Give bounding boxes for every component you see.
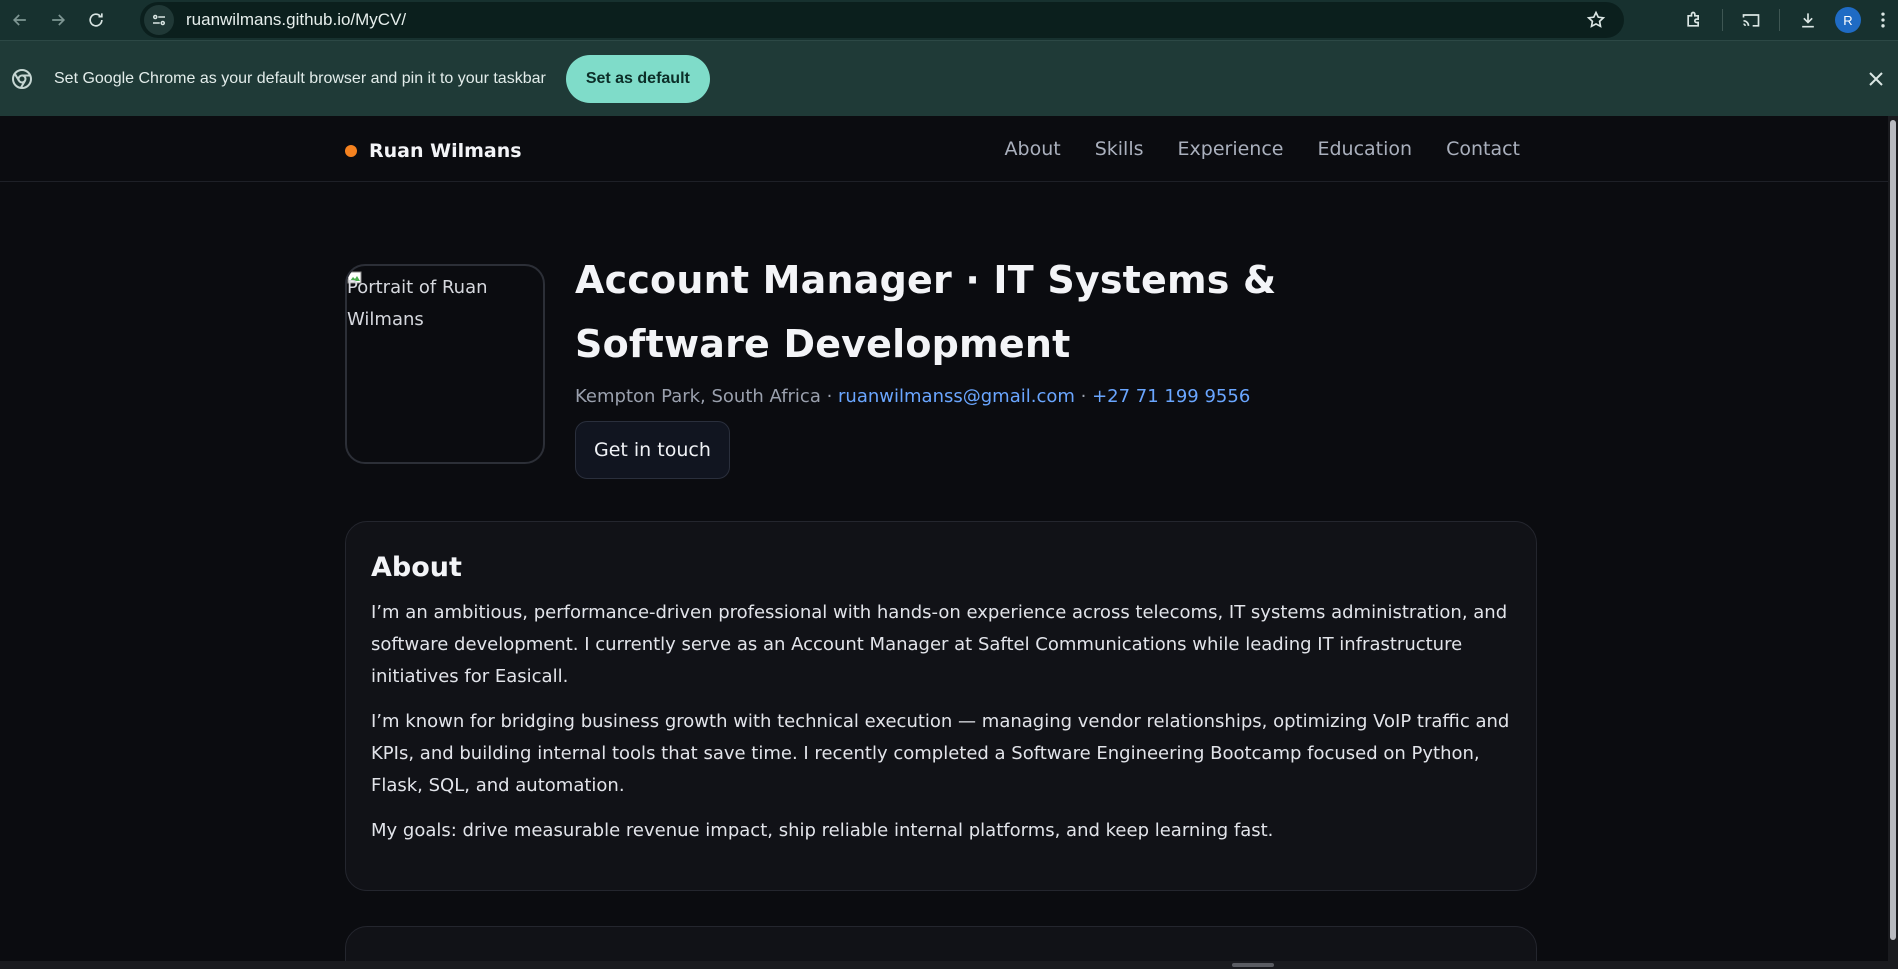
nav-link-skills[interactable]: Skills	[1095, 138, 1144, 160]
nav-link-contact[interactable]: Contact	[1446, 138, 1520, 160]
scrollbar-thumb[interactable]	[1232, 963, 1274, 967]
bookmark-star-icon	[1586, 10, 1606, 28]
toolbar-separator	[1779, 9, 1780, 31]
brand[interactable]: Ruan Wilmans	[345, 140, 522, 162]
menu-icon	[1881, 12, 1885, 28]
separator: ·	[1074, 386, 1093, 407]
menu-button[interactable]	[1868, 0, 1898, 40]
skills-section-card	[345, 926, 1537, 961]
reload-icon	[89, 13, 103, 27]
vertical-scrollbar[interactable]	[1888, 116, 1898, 961]
about-paragraph: I’m an ambitious, performance-driven pro…	[371, 602, 1508, 687]
about-section: About I’m an ambitious, performance-driv…	[345, 521, 1537, 891]
nav-link-experience[interactable]: Experience	[1178, 138, 1284, 160]
chrome-logo-icon	[12, 68, 32, 89]
cast-icon	[1742, 14, 1760, 27]
portrait-image: Portrait of Ruan Wilmans	[345, 264, 545, 464]
profile-button[interactable]: R	[1828, 0, 1868, 40]
infobar-message: Set Google Chrome as your default browse…	[54, 69, 546, 87]
url-text[interactable]: ruanwilmans.github.io/MyCV/	[186, 10, 406, 30]
browser-toolbar: ruanwilmans.github.io/MyCV/ R	[0, 0, 1898, 40]
contact-line: Kempton Park, South Africa · ruanwilmans…	[575, 386, 1475, 407]
about-heading: About	[371, 552, 462, 583]
hero-text: Account Manager · IT Systems & Software …	[575, 248, 1475, 479]
horizontal-scrollbar[interactable]	[0, 961, 1898, 969]
scrollbar-thumb[interactable]	[1890, 120, 1896, 940]
download-icon	[1802, 13, 1814, 28]
location-text: Kempton Park, South Africa	[575, 386, 821, 407]
reload-button[interactable]	[78, 2, 114, 38]
forward-button[interactable]	[40, 2, 76, 38]
separator: ·	[820, 386, 839, 407]
brand-dot-icon	[345, 145, 357, 157]
forward-icon	[52, 14, 66, 26]
portrait-alt-text: Portrait of Ruan Wilmans	[347, 277, 488, 330]
back-button[interactable]	[2, 2, 38, 38]
extensions-button[interactable]	[1674, 0, 1714, 40]
get-in-touch-button[interactable]: Get in touch	[575, 421, 730, 479]
avatar: R	[1835, 7, 1861, 33]
page-title: Account Manager · IT Systems & Software …	[575, 258, 1277, 366]
close-icon[interactable]	[1864, 67, 1888, 91]
toolbar-separator	[1722, 9, 1723, 31]
about-paragraph: My goals: drive measurable revenue impac…	[371, 820, 1274, 841]
address-bar[interactable]: ruanwilmans.github.io/MyCV/	[140, 2, 1624, 38]
site-info-button[interactable]	[144, 5, 174, 35]
phone-link[interactable]: +27 71 199 9556	[1092, 386, 1250, 407]
site-nav: About Skills Experience Education Contac…	[1005, 138, 1520, 160]
cast-button[interactable]	[1731, 0, 1771, 40]
brand-name: Ruan Wilmans	[369, 140, 522, 162]
downloads-button[interactable]	[1788, 0, 1828, 40]
site-info-icon	[153, 14, 165, 26]
email-link[interactable]: ruanwilmanss@gmail.com	[838, 386, 1075, 407]
extensions-icon	[1687, 11, 1699, 27]
about-paragraph: I’m known for bridging business growth w…	[371, 711, 1510, 796]
nav-link-education[interactable]: Education	[1317, 138, 1412, 160]
nav-link-about[interactable]: About	[1005, 138, 1061, 160]
back-icon	[12, 14, 26, 26]
set-as-default-button[interactable]: Set as default	[565, 54, 710, 103]
site-header: Ruan Wilmans About Skills Experience Edu…	[0, 116, 1888, 182]
bookmark-button[interactable]	[1586, 10, 1606, 34]
default-browser-infobar: Set Google Chrome as your default browse…	[0, 40, 1898, 116]
page-viewport: Ruan Wilmans About Skills Experience Edu…	[0, 116, 1888, 961]
